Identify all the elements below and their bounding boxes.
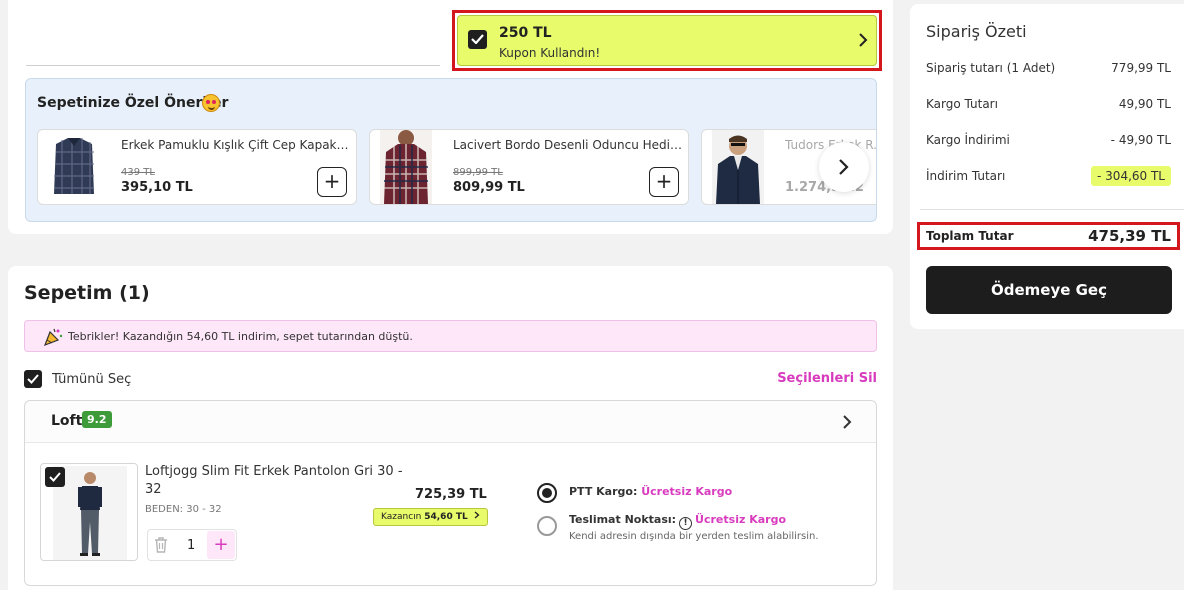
- check-icon: [27, 374, 39, 384]
- discount-amount-value: - 304,60 TL: [1091, 166, 1171, 186]
- trash-icon[interactable]: [154, 537, 168, 553]
- pickup-point-description: Kendi adresin dışında bir yerden teslim …: [569, 531, 819, 542]
- shipping-discount-label: Kargo İndirimi: [926, 133, 1010, 147]
- recommendation-price: 395,10 TL: [121, 180, 193, 195]
- delete-selected-link[interactable]: Seçilenleri Sil: [777, 371, 877, 386]
- chevron-right-icon: [474, 511, 480, 519]
- check-icon: [49, 472, 61, 482]
- cart-title: Sepetim (1): [24, 282, 150, 304]
- coupon-and-recommendations-card: 250 TL Kupon Kullandın! Sepetinize Özel …: [8, 0, 893, 234]
- ptt-shipping-radio[interactable]: [537, 483, 557, 503]
- earnings-amount: 54,60 TL: [424, 512, 468, 522]
- quantity-increase-button[interactable]: +: [207, 531, 235, 559]
- coupon-check-icon: [468, 30, 487, 49]
- checkout-button[interactable]: Ödemeye Geç: [926, 266, 1172, 314]
- recommendations-panel: Sepetinize Özel Öneriler Erkek Pamuklu K…: [25, 78, 877, 222]
- seller-group: Loft 9.2 Loftjogg Slim Fit Erkek Pantolo…: [24, 400, 877, 586]
- ptt-shipping-label: PTT Kargo:: [569, 485, 638, 498]
- product-name[interactable]: Loftjogg Slim Fit Erkek Pantolon Gri 30 …: [145, 463, 405, 499]
- select-all-label[interactable]: Tümünü Seç: [52, 372, 131, 387]
- seller-rating-badge: 9.2: [82, 411, 112, 428]
- order-amount-label: Sipariş tutarı (1 Adet): [926, 61, 1056, 75]
- ptt-free-shipping: Ücretsiz Kargo: [641, 485, 733, 498]
- cart-card: Sepetim (1) Tebrikler! Kazandığın 54,60 …: [8, 266, 893, 590]
- total-value: 475,39 TL: [1088, 227, 1171, 245]
- recommendation-name: Erkek Pamuklu Kışlık Çift Cep Kapaklı R.…: [121, 138, 351, 152]
- recommendations-title: Sepetinize Özel Öneriler: [37, 95, 229, 111]
- summary-divider: [920, 209, 1184, 210]
- coupon-input-underline: [26, 65, 440, 66]
- pickup-point-option[interactable]: Teslimat Noktası:! Ücretsiz Kargo: [569, 513, 786, 530]
- total-label: Toplam Tutar: [926, 229, 1014, 243]
- recommendations-next-button[interactable]: [819, 142, 869, 192]
- ptt-shipping-option[interactable]: PTT Kargo: Ücretsiz Kargo: [569, 485, 732, 498]
- chevron-right-icon[interactable]: [843, 415, 852, 429]
- coupon-status-text: Kupon Kullandın!: [499, 46, 601, 60]
- add-to-cart-button[interactable]: +: [317, 167, 347, 197]
- earnings-prefix: Kazancın: [381, 512, 422, 522]
- select-all-checkbox[interactable]: [24, 370, 42, 388]
- coupon-amount: 250 TL: [499, 25, 552, 41]
- pickup-point-label: Teslimat Noktası:: [569, 513, 677, 526]
- earnings-badge[interactable]: Kazancın 54,60 TL: [373, 508, 488, 526]
- recommendation-card[interactable]: Lacivert Bordo Desenli Oduncu Hediye... …: [369, 129, 689, 205]
- chevron-right-icon: [859, 33, 868, 47]
- product-price: 725,39 TL: [415, 487, 487, 502]
- chevron-right-icon: [839, 159, 849, 175]
- seller-name[interactable]: Loft: [51, 413, 82, 429]
- discount-congrats-banner: Tebrikler! Kazandığın 54,60 TL indirim, …: [24, 320, 877, 352]
- recommendation-card[interactable]: Erkek Pamuklu Kışlık Çift Cep Kapaklı R.…: [37, 129, 357, 205]
- shipping-amount-value: 49,90 TL: [1118, 97, 1171, 111]
- order-amount-value: 779,99 TL: [1111, 61, 1171, 75]
- shipping-discount-value: - 49,90 TL: [1110, 133, 1171, 147]
- shipping-amount-label: Kargo Tutarı: [926, 97, 998, 111]
- pickup-free-shipping: Ücretsiz Kargo: [695, 513, 786, 526]
- recommendation-name: Lacivert Bordo Desenli Oduncu Hediye...: [453, 138, 683, 152]
- summary-title: Sipariş Özeti: [926, 22, 1027, 41]
- recommendation-old-price: 899,99 TL: [453, 167, 503, 178]
- seller-header[interactable]: Loft 9.2: [25, 401, 876, 443]
- info-icon[interactable]: !: [679, 517, 693, 530]
- total-highlight-outline: Toplam Tutar 475,39 TL: [917, 222, 1180, 250]
- order-summary-card: Sipariş Özeti Sipariş tutarı (1 Adet) 77…: [910, 4, 1184, 329]
- product-image-plaid-shirt: [48, 130, 100, 204]
- quantity-stepper: 1 +: [147, 529, 237, 561]
- congrats-text: Tebrikler! Kazandığın 54,60 TL indirim, …: [68, 330, 413, 343]
- coupon-highlight-outline: 250 TL Kupon Kullandın!: [452, 10, 882, 71]
- recommendation-price: 809,99 TL: [453, 180, 525, 195]
- quantity-value[interactable]: 1: [187, 538, 195, 553]
- applied-coupon-button[interactable]: 250 TL Kupon Kullandın!: [457, 15, 877, 66]
- product-size: BEDEN: 30 - 32: [145, 504, 222, 515]
- product-image-denim-jacket: [712, 130, 764, 204]
- product-checkbox[interactable]: [45, 467, 65, 487]
- add-to-cart-button[interactable]: +: [649, 167, 679, 197]
- discount-amount-label: İndirim Tutarı: [926, 169, 1006, 183]
- party-popper-icon: [43, 328, 63, 347]
- product-image-flannel-shirt: [380, 130, 432, 204]
- pickup-point-radio[interactable]: [537, 516, 557, 536]
- star-struck-emoji-icon: [202, 94, 220, 112]
- recommendation-old-price: 439 TL: [121, 167, 155, 178]
